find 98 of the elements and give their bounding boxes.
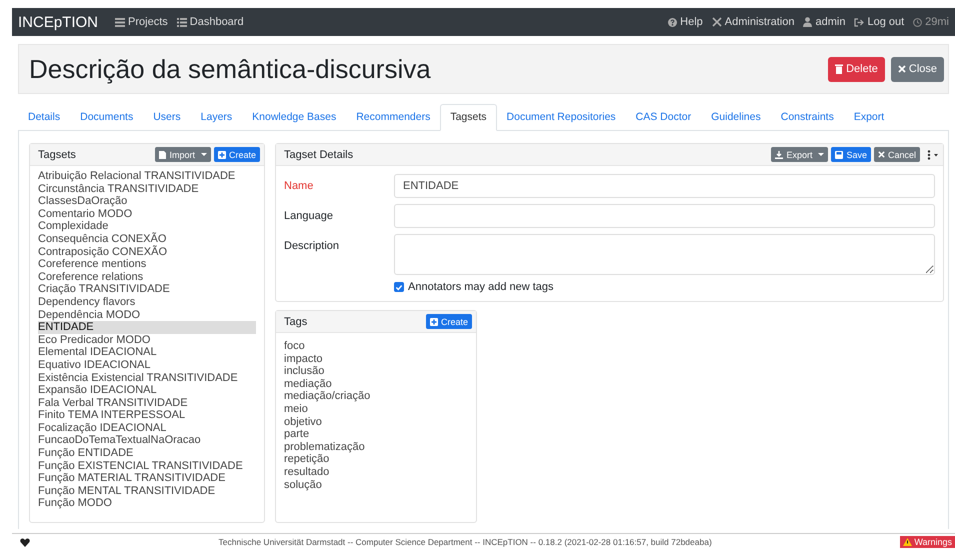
nav-link[interactable]: Log out: [867, 16, 904, 28]
tagset-item[interactable]: Equativo IDEACIONAL: [38, 358, 256, 372]
more-menu-icon[interactable]: [927, 150, 939, 160]
heart-icon: [20, 538, 30, 546]
page-title: Descrição da semântica-discursiva: [29, 54, 431, 84]
tagset-item[interactable]: Coreference mentions: [38, 258, 256, 271]
tagset-item[interactable]: Fala Verbal TRANSITIVIDADE: [38, 396, 256, 410]
tagset-item[interactable]: Eco Predicador MODO: [38, 334, 256, 346]
close-icon: [878, 151, 885, 158]
save-icon: [835, 150, 844, 158]
tab[interactable]: Details: [18, 104, 70, 131]
tools-icon: [712, 17, 722, 27]
import-button[interactable]: Import: [155, 147, 211, 162]
tab[interactable]: Document Repositories: [496, 104, 626, 131]
tag-item[interactable]: objetivo: [284, 416, 468, 428]
download-icon: [775, 150, 784, 158]
tagset-item[interactable]: FuncaoDoTemaTextualNaOracao: [38, 434, 256, 448]
nav-link[interactable]: Help: [680, 16, 703, 28]
nav-link[interactable]: admin: [815, 16, 846, 28]
tab[interactable]: Constraints: [770, 104, 844, 131]
tagset-item[interactable]: Função ENTIDADE: [38, 447, 256, 460]
input-field[interactable]: [394, 204, 935, 228]
input-field[interactable]: ENTIDADE: [394, 174, 935, 198]
nav-link[interactable]: Projects: [128, 16, 168, 28]
tag-item[interactable]: parte: [284, 428, 468, 441]
footer-text: Technische Universität Darmstadt -- Computer Science Department -- INCEpTION -- 0.18.2 (2021-02-28 01:16:57, build 72bdeaba): [218, 537, 712, 547]
tagset-item[interactable]: Contraposição CONEXÃO: [38, 246, 256, 258]
tagset-item[interactable]: ENTIDADE: [38, 321, 256, 334]
tagset-item[interactable]: Dependência MODO: [38, 308, 256, 322]
tab[interactable]: Users: [143, 104, 191, 131]
tab[interactable]: Knowledge Bases: [242, 104, 346, 131]
nav-link[interactable]: Administration: [724, 16, 794, 28]
tag-item[interactable]: problematização: [284, 440, 468, 454]
tag-item[interactable]: meio: [284, 402, 468, 416]
tagset-item[interactable]: Função EXISTENCIAL TRANSITIVIDADE: [38, 460, 256, 472]
tab[interactable]: Layers: [190, 104, 242, 131]
tagset-item[interactable]: Elemental IDEACIONAL: [38, 346, 256, 359]
cancel-button[interactable]: Cancel: [874, 147, 920, 162]
plus-icon: [218, 150, 226, 158]
tagset-item[interactable]: Circunstância TRANSITIVIDADE: [38, 182, 256, 196]
checkbox-label: Annotators may add new tags: [408, 281, 554, 293]
brand-logo[interactable]: INCEpTION: [18, 14, 98, 30]
trash-icon: [835, 64, 844, 74]
close-button[interactable]: Close: [890, 56, 944, 82]
tagset-item[interactable]: Criação TRANSITIVIDADE: [38, 283, 256, 296]
tab[interactable]: Tagsets: [440, 104, 497, 131]
tab[interactable]: CAS Doctor: [626, 104, 702, 131]
create-button[interactable]: Create: [214, 147, 260, 162]
panel-title: Tagset Details: [284, 148, 354, 160]
tagset-item[interactable]: Coreference relations: [38, 270, 256, 284]
tagset-item[interactable]: Função MATERIAL TRANSITIVIDADE: [38, 472, 256, 485]
tagset-item[interactable]: Expansão IDEACIONAL: [38, 384, 256, 397]
plus-icon: [430, 318, 438, 326]
tab[interactable]: Recommenders: [346, 104, 440, 131]
checkbox[interactable]: [394, 282, 404, 292]
tagset-item[interactable]: Existência Existencial TRANSITIVIDADE: [38, 372, 256, 384]
tagset-item[interactable]: ClassesDaOração: [38, 195, 256, 208]
help-icon: [668, 18, 678, 26]
warnings-badge[interactable]: Warnings: [900, 536, 955, 548]
tagset-item[interactable]: Consequência CONEXÃO: [38, 232, 256, 246]
user-icon: [803, 17, 812, 27]
tagset-item[interactable]: Função MODO: [38, 497, 256, 510]
tag-item[interactable]: inclusão: [284, 365, 468, 378]
tagset-item[interactable]: Finito TEMA INTERPESSOAL: [38, 409, 256, 422]
logout-icon: [854, 18, 864, 26]
tag-item[interactable]: solução: [284, 478, 468, 492]
nav-link[interactable]: 29mi: [925, 16, 949, 28]
export-button[interactable]: Export: [771, 147, 828, 162]
field-label: Language: [284, 210, 333, 222]
panel-title: Tagsets: [38, 148, 76, 160]
tag-item[interactable]: impacto: [284, 352, 468, 366]
tag-item[interactable]: resultado: [284, 466, 468, 479]
tagset-item[interactable]: Dependency flavors: [38, 296, 256, 309]
tab[interactable]: Export: [844, 104, 894, 131]
panel-title: Tags: [284, 316, 308, 328]
tagset-item[interactable]: Comentario MODO: [38, 208, 256, 220]
nav-link[interactable]: Dashboard: [190, 16, 244, 28]
list-icon: [176, 18, 187, 26]
tagset-item[interactable]: Atribuição Relacional TRANSITIVIDADE: [38, 170, 256, 183]
tagset-item[interactable]: Complexidade: [38, 220, 256, 233]
delete-button[interactable]: Delete: [828, 56, 885, 82]
close-icon: [898, 65, 906, 73]
tab[interactable]: Guidelines: [701, 104, 771, 131]
warning-icon: [903, 538, 912, 546]
tag-item[interactable]: repetição: [284, 453, 468, 466]
tab[interactable]: Documents: [70, 104, 144, 131]
tagset-item[interactable]: Função MENTAL TRANSITIVIDADE: [38, 484, 256, 498]
field-label: Description: [284, 240, 340, 252]
field-label: Name: [284, 180, 314, 192]
create-button[interactable]: Create: [426, 314, 472, 329]
clock-icon: [913, 18, 922, 26]
tagset-item[interactable]: Focalização IDEACIONAL: [38, 422, 256, 434]
list-icon: [115, 18, 126, 26]
save-button[interactable]: Save: [831, 147, 871, 162]
tag-item[interactable]: mediação/criação: [284, 390, 468, 403]
tag-item[interactable]: mediação: [284, 378, 468, 390]
tag-item[interactable]: foco: [284, 340, 468, 353]
file-icon: [159, 150, 166, 158]
